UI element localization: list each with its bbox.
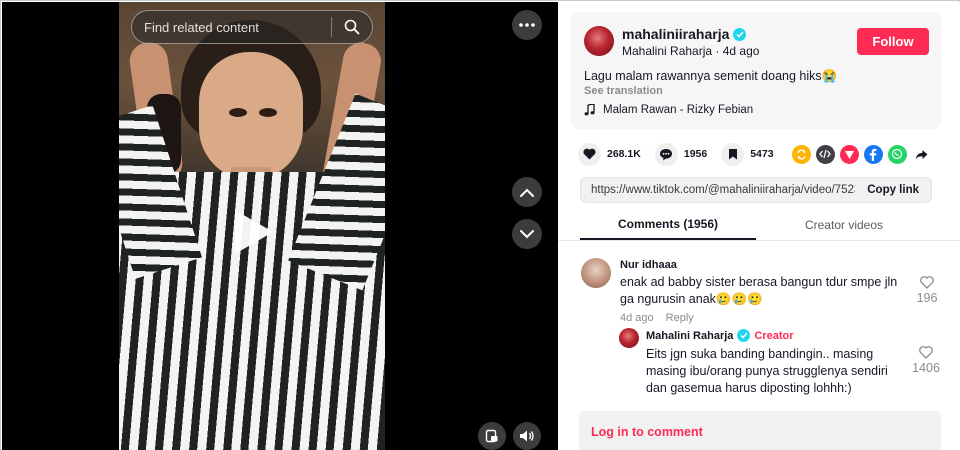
facebook-icon[interactable] — [863, 144, 883, 164]
avatar[interactable] — [584, 26, 614, 56]
heart-outline-icon — [919, 346, 933, 359]
reply-author-row: Mahalini Raharja Creator — [646, 329, 898, 342]
save-button[interactable] — [721, 142, 745, 166]
video-url[interactable]: https://www.tiktok.com/@mahaliniiraharja… — [581, 184, 855, 196]
heart-icon — [583, 148, 596, 160]
reply-item: Mahalini Raharja Creator Eits jgn suka b… — [646, 329, 898, 397]
save-count: 5473 — [750, 148, 774, 160]
music-title[interactable]: Malam Rawan - Rizky Febian — [603, 104, 753, 116]
like-count: 268.1K — [607, 148, 641, 160]
comment-item: Nur idhaaa enak ad babby sister berasa b… — [620, 259, 900, 324]
pip-icon — [485, 429, 498, 443]
verified-badge-icon — [737, 329, 751, 342]
avatar[interactable] — [619, 328, 639, 348]
like-button[interactable] — [578, 142, 601, 166]
repost-icon[interactable] — [791, 144, 811, 164]
video-figure-eye — [229, 108, 247, 117]
previous-video-button[interactable] — [512, 177, 542, 207]
video-player[interactable] — [2, 2, 558, 450]
comment-text: enak ad babby sister berasa bangun tdur … — [620, 275, 898, 306]
comment-like-count: 196 — [916, 291, 938, 305]
reply-like-button[interactable]: 1406 — [906, 346, 946, 375]
like-action[interactable]: 268.1K — [578, 142, 641, 166]
embed-icon[interactable] — [815, 144, 835, 164]
creator-badge: Creator — [754, 329, 794, 342]
more-icon — [519, 23, 535, 27]
share-options — [791, 144, 931, 164]
avatar[interactable] — [581, 258, 611, 288]
reply-button[interactable]: Reply — [666, 312, 694, 324]
comment-count: 1956 — [683, 148, 708, 160]
author-username[interactable]: mahaliniiraharja — [622, 26, 729, 42]
author-display-name: Mahalini Raharja — [622, 44, 713, 58]
follow-button[interactable]: Follow — [857, 28, 929, 55]
related-search-input[interactable] — [132, 11, 331, 43]
play-icon[interactable] — [235, 210, 273, 254]
comment-login-box[interactable]: Log in to comment — [579, 411, 941, 450]
verified-badge-icon — [733, 27, 747, 41]
comment-time: 4d ago — [620, 312, 654, 324]
whatsapp-icon[interactable] — [887, 144, 907, 164]
comment-button[interactable] — [654, 142, 678, 166]
send-to-friends-icon[interactable] — [839, 144, 859, 164]
search-icon — [344, 19, 360, 35]
reply-like-count: 1406 — [912, 361, 940, 375]
details-panel: mahaliniiraharja Mahalini Raharja · 4d a… — [558, 2, 960, 450]
save-action[interactable]: 5473 — [721, 142, 774, 166]
chevron-down-icon — [520, 229, 534, 238]
search-button[interactable] — [332, 11, 372, 43]
heart-outline-icon — [920, 276, 934, 289]
tabs-divider — [558, 240, 960, 241]
music-note-icon — [584, 104, 595, 116]
related-search-box[interactable] — [131, 10, 373, 44]
video-figure-face — [199, 52, 303, 180]
comment-action[interactable]: 1956 — [654, 142, 708, 166]
copy-link-bar: https://www.tiktok.com/@mahaliniiraharja… — [580, 177, 932, 203]
comment-meta: 4d ago Reply — [620, 312, 900, 324]
author-card: mahaliniiraharja Mahalini Raharja · 4d a… — [571, 12, 941, 129]
volume-icon — [520, 430, 534, 442]
comment-like-button[interactable]: 196 — [910, 276, 944, 305]
music-link[interactable]: Malam Rawan - Rizky Febian — [584, 104, 753, 116]
next-video-button[interactable] — [512, 219, 542, 249]
reply-text: Eits jgn suka banding bandingin.. masing… — [646, 347, 888, 395]
author-username-row[interactable]: mahaliniiraharja — [622, 26, 747, 42]
chevron-up-icon — [520, 188, 534, 197]
picture-in-picture-button[interactable] — [478, 422, 506, 450]
login-to-comment-link[interactable]: Log in to comment — [591, 425, 703, 439]
panel-tabs: Comments (1956) Creator videos — [580, 210, 932, 240]
tab-creator-videos[interactable]: Creator videos — [756, 210, 932, 240]
reply-author[interactable]: Mahalini Raharja — [646, 330, 733, 342]
app-root: mahaliniiraharja Mahalini Raharja · 4d a… — [0, 0, 960, 450]
video-caption: Lagu malam rawannya semenit doang hiks😭 — [584, 69, 838, 83]
action-bar: 268.1K 1956 5473 — [578, 142, 948, 166]
tab-comments[interactable]: Comments (1956) — [580, 210, 756, 240]
share-arrow-icon[interactable] — [912, 145, 931, 164]
author-subline: Mahalini Raharja · 4d ago — [622, 44, 759, 58]
comment-icon — [660, 148, 673, 160]
more-options-button[interactable] — [512, 10, 542, 40]
video-figure-eye — [259, 108, 277, 117]
volume-button[interactable] — [513, 422, 541, 450]
comment-author[interactable]: Nur idhaaa — [620, 259, 900, 271]
copy-link-button[interactable]: Copy link — [855, 184, 931, 196]
bookmark-icon — [728, 149, 737, 160]
see-translation-link[interactable]: See translation — [584, 85, 663, 97]
subline-separator: · — [715, 44, 723, 58]
post-time: 4d ago — [722, 44, 760, 58]
